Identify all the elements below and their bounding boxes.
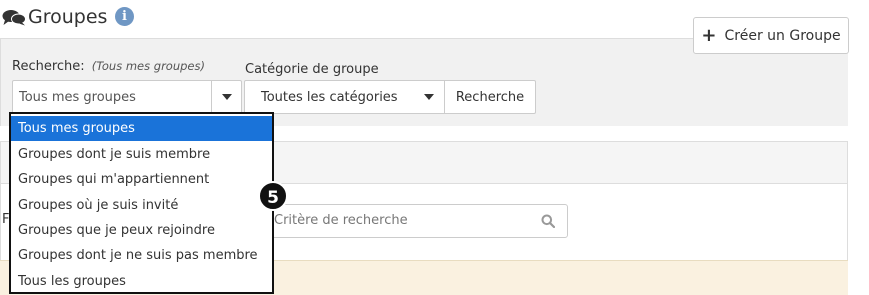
category-value: Toutes les catégories	[261, 90, 398, 105]
search-scope-toggle[interactable]	[211, 81, 241, 113]
category-label: Catégorie de groupe	[245, 62, 379, 77]
dropdown-option[interactable]: Groupes dont je ne suis pas membre	[11, 243, 272, 268]
search-label: Recherche:	[12, 59, 85, 74]
search-icon	[541, 214, 555, 228]
search-scope-dropdown: Tous mes groupes Groupes dont je suis me…	[9, 112, 274, 294]
chevron-down-icon	[424, 94, 434, 100]
step-number-badge: 5	[258, 181, 288, 211]
create-group-label: Créer un Groupe	[724, 27, 841, 44]
search-scope-select[interactable]: Tous mes groupes	[12, 80, 242, 114]
dropdown-option[interactable]: Groupes dont je suis membre	[11, 142, 272, 167]
create-group-button[interactable]: + Créer un Groupe	[693, 17, 849, 54]
search-button[interactable]: Recherche	[445, 80, 536, 114]
search-scope-hint: (Tous mes groupes)	[91, 59, 205, 73]
dropdown-option[interactable]: Groupes qui m'appartiennent	[11, 167, 272, 192]
criteria-placeholder: Critère de recherche	[274, 213, 408, 228]
chat-bubbles-icon	[2, 10, 26, 26]
category-select[interactable]: Toutes les catégories	[244, 80, 445, 114]
plus-icon: +	[701, 24, 717, 46]
dropdown-option[interactable]: Groupes que je peux rejoindre	[11, 218, 272, 243]
dropdown-option[interactable]: Tous les groupes	[11, 269, 272, 294]
dropdown-option[interactable]: Tous mes groupes	[11, 116, 272, 141]
criteria-search-input[interactable]: Critère de recherche	[262, 204, 568, 238]
dropdown-option[interactable]: Groupes où je suis invité	[11, 193, 272, 218]
search-scope-value: Tous mes groupes	[19, 90, 136, 105]
chevron-down-icon	[222, 94, 232, 100]
info-circle-icon[interactable]: i	[115, 7, 134, 26]
search-scope-label: Recherche: (Tous mes groupes)	[12, 59, 205, 74]
page-title: Groupes	[28, 6, 108, 28]
